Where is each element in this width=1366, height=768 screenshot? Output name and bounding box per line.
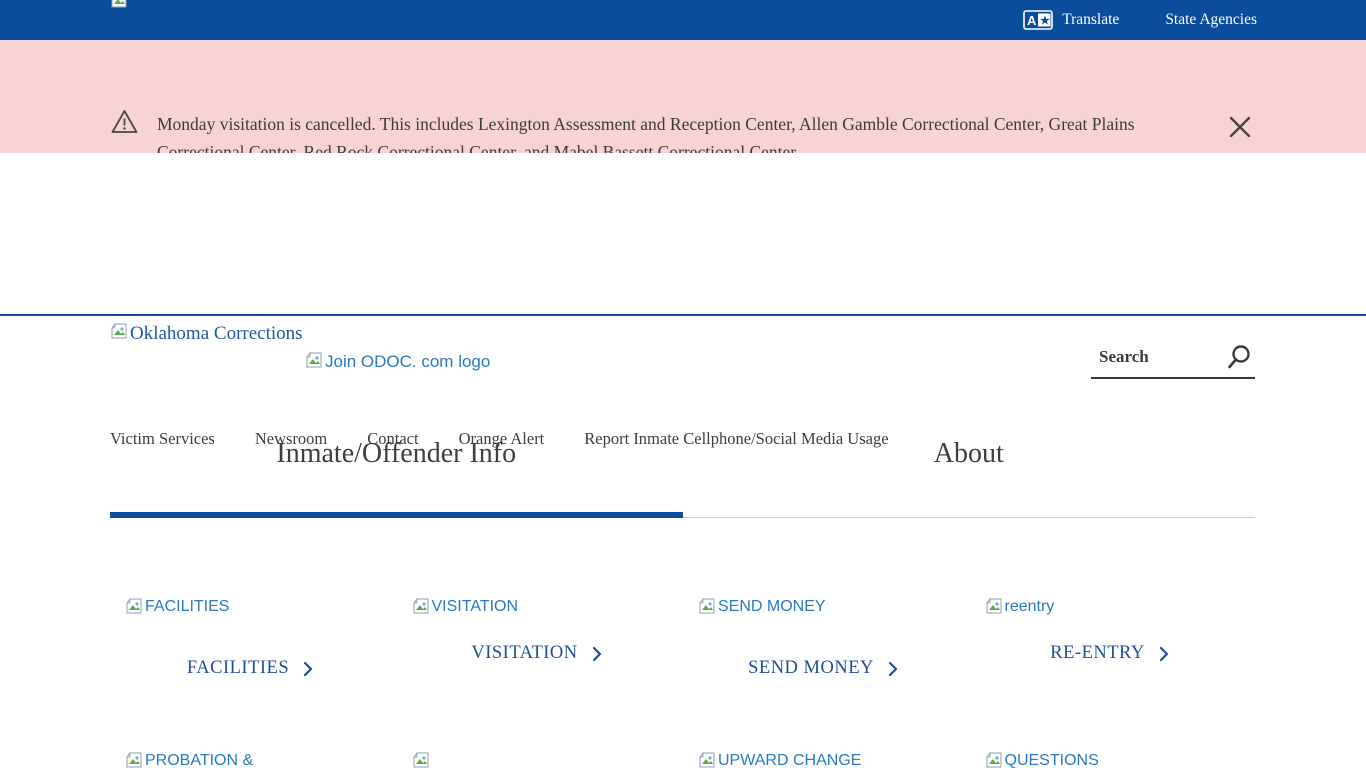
tab-inmate-offender-info[interactable]: Inmate/Offender Info — [110, 438, 683, 500]
top-utility-bar: A ★ Translate State Agencies — [0, 0, 1366, 40]
card-grid-row-1: FACILITIES FACILITIES VI — [110, 598, 1256, 679]
broken-image-icon — [110, 323, 128, 339]
card-image-alt-text: reentry — [1005, 598, 1055, 616]
page: A ★ Translate State Agencies Monday visi… — [0, 0, 1366, 768]
search-icon[interactable] — [1225, 343, 1253, 371]
broken-image-icon — [305, 352, 323, 368]
join-odoc-logo-link[interactable]: Join ODOC. com logo — [305, 352, 490, 372]
broken-image-icon — [125, 752, 143, 768]
site-logo-link[interactable]: Oklahoma Corrections — [110, 323, 303, 345]
card-image-alt-text: PROBATION & — [145, 752, 253, 768]
search-input[interactable] — [1091, 339, 1219, 375]
card-visitation[interactable]: VISITATION VISITATION — [397, 598, 684, 679]
card-image-alt-text: UPWARD CHANGE — [718, 752, 861, 768]
card-probation-parole[interactable]: PROBATION & — [110, 752, 397, 768]
visitation-link[interactable]: VISITATION — [412, 643, 662, 664]
svg-text:A: A — [1027, 13, 1037, 28]
broken-image-icon — [698, 598, 716, 614]
card-image-alt-text: SEND MONEY — [718, 598, 826, 616]
card-image-alt-text: QUESTIONS — [1005, 752, 1099, 768]
state-agencies-label: State Agencies — [1165, 11, 1257, 29]
join-odoc-logo-alt-text: Join ODOC. com logo — [325, 352, 490, 372]
translate-label: Translate — [1062, 11, 1119, 29]
warning-icon — [111, 109, 138, 134]
chevron-right-icon — [592, 646, 602, 662]
card-unnamed[interactable] — [397, 752, 684, 768]
broken-image-icon — [412, 752, 430, 768]
inactive-tab-divider — [683, 517, 1255, 518]
card-send-money[interactable]: SEND MONEY SEND MONEY — [683, 598, 970, 679]
alert-close-button[interactable] — [1225, 112, 1255, 142]
alert-banner: Monday visitation is cancelled. This inc… — [0, 40, 1366, 153]
topbar-links: A ★ Translate State Agencies — [1023, 0, 1257, 40]
translate-button[interactable]: A ★ Translate — [1023, 10, 1119, 30]
close-icon — [1227, 114, 1253, 140]
tab-about[interactable]: About — [683, 438, 1256, 500]
broken-image-icon — [985, 752, 1003, 768]
translate-icon: A ★ — [1023, 10, 1053, 30]
site-logo-alt-text: Oklahoma Corrections — [130, 323, 303, 345]
card-upward-change[interactable]: UPWARD CHANGE — [683, 752, 970, 768]
card-reentry[interactable]: reentry RE-ENTRY — [970, 598, 1257, 679]
card-grid-row-2: PROBATION & — [110, 752, 1256, 768]
card-facilities[interactable]: FACILITIES FACILITIES — [110, 598, 397, 679]
card-questions[interactable]: QUESTIONS — [970, 752, 1257, 768]
chevron-right-icon — [888, 661, 898, 677]
send-money-link-label: SEND MONEY — [748, 658, 874, 679]
facilities-link-label: FACILITIES — [187, 658, 289, 679]
reentry-link-label: RE-ENTRY — [1050, 643, 1144, 664]
state-agencies-link[interactable]: State Agencies — [1165, 11, 1257, 29]
content-tabs: Inmate/Offender Info About — [110, 438, 1255, 500]
svg-text:★: ★ — [1040, 15, 1050, 27]
send-money-link[interactable]: SEND MONEY — [698, 658, 948, 679]
site-header: Oklahoma Corrections Victim Services New… — [0, 153, 1366, 316]
broken-image-icon — [125, 598, 143, 614]
visitation-link-label: VISITATION — [471, 643, 577, 664]
chevron-right-icon — [303, 661, 313, 677]
broken-image-icon — [110, 0, 128, 8]
broken-image-icon — [698, 752, 716, 768]
broken-image-icon — [412, 598, 430, 614]
card-image-alt-text: FACILITIES — [145, 598, 229, 616]
facilities-link[interactable]: FACILITIES — [125, 658, 375, 679]
broken-image-icon — [985, 598, 1003, 614]
search-box — [1091, 339, 1255, 379]
tab-indicator-track — [110, 512, 1255, 518]
card-image-alt-text: VISITATION — [432, 598, 519, 616]
chevron-right-icon — [1159, 646, 1169, 662]
active-tab-indicator — [110, 512, 683, 518]
reentry-link[interactable]: RE-ENTRY — [985, 643, 1235, 664]
